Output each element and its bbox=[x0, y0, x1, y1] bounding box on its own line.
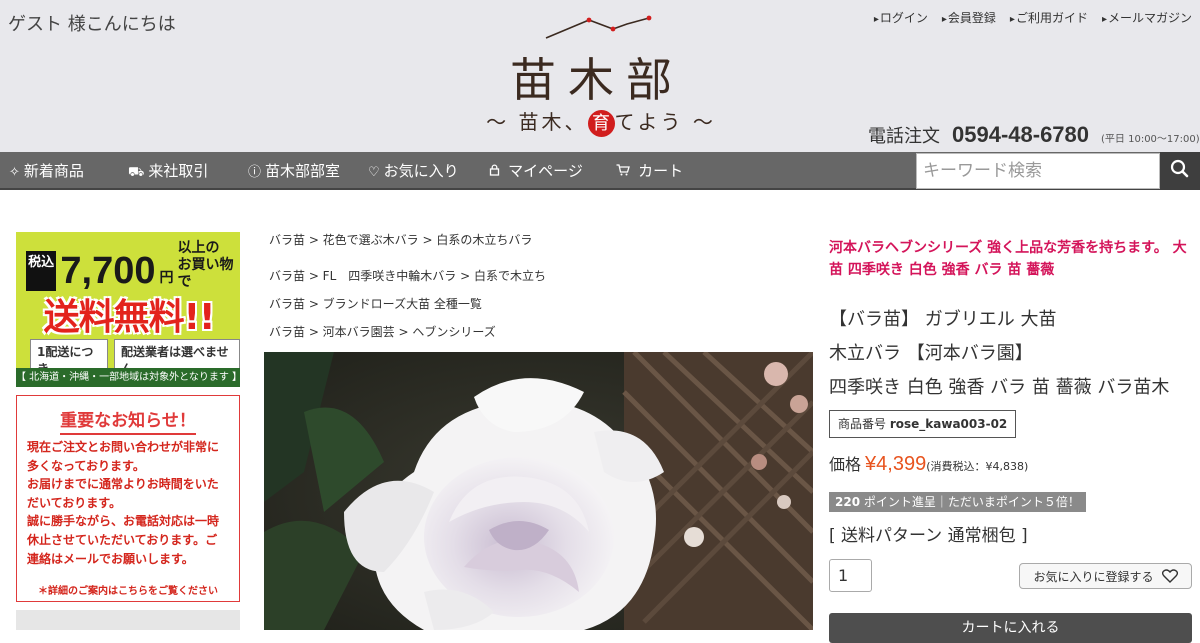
sku-box: 商品番号 rose_kawa003-02 bbox=[829, 410, 1017, 438]
top-links: ログイン 会員登録 ご利用ガイド メールマガジン bbox=[874, 9, 1192, 26]
add-to-favorites-button[interactable]: お気に入りに登録する bbox=[1019, 563, 1192, 589]
nav-new-products[interactable]: ✧ 新着商品 bbox=[9, 152, 84, 190]
shipping-pattern: [ 送料パターン 通常梱包 ] bbox=[829, 526, 1028, 546]
add-to-cart-button[interactable]: カートに入れる bbox=[829, 613, 1192, 643]
product-photo[interactable] bbox=[264, 352, 813, 630]
register-link[interactable]: 会員登録 bbox=[942, 9, 996, 26]
phone-number[interactable]: 0594-48-6780 bbox=[952, 122, 1089, 148]
nav-label: マイページ bbox=[508, 162, 583, 180]
logo-tagline-suffix: てよう 〜 bbox=[614, 110, 716, 134]
logo-tagline-prefix: 〜 苗木、 bbox=[486, 110, 588, 134]
guide-link[interactable]: ご利用ガイド bbox=[1010, 9, 1088, 26]
condition-line-1: 以上の bbox=[177, 240, 220, 256]
phone-order: 電話注文 0594-48-6780 (平日 10:00〜17:00) bbox=[868, 122, 1200, 148]
phone-hours: (平日 10:00〜17:00) bbox=[1101, 134, 1200, 145]
breadcrumb[interactable]: バラ苗 > ブランドローズ大苗 全種一覧 bbox=[269, 295, 482, 312]
search-button[interactable] bbox=[1160, 152, 1200, 190]
exclusion-note: 【 北海道・沖縄・一部地域は対象外となります 】 bbox=[16, 368, 240, 387]
notice-body: 現在ご注文とお問い合わせが非常に 多くなっております。 お届けまでに通常よりお時… bbox=[27, 440, 220, 566]
threshold-amount: 7,700 bbox=[60, 250, 156, 292]
yen-unit: 円 bbox=[159, 270, 174, 286]
price-tax-included: (消費税込：¥4,838) bbox=[926, 460, 1029, 473]
search-icon bbox=[1170, 159, 1189, 178]
free-shipping-threshold: 税込 7,700 円 以上の お買い物で bbox=[26, 240, 240, 291]
login-link[interactable]: ログイン bbox=[874, 9, 928, 26]
breadcrumb[interactable]: バラ苗 > FL 四季咲き中輪木バラ > 白系で木立ち bbox=[269, 267, 546, 284]
nav-label: 新着商品 bbox=[23, 162, 84, 180]
points-text: ポイント進呈｜ただいまポイント５倍！ bbox=[860, 495, 1080, 509]
logo-tagline: 〜 苗木、育てよう 〜 bbox=[476, 106, 726, 137]
phone-label: 電話注文 bbox=[868, 126, 940, 147]
notice-footer: ＊詳細のご案内はこちらをご覧ください bbox=[38, 586, 218, 597]
nav-label: お気に入り bbox=[383, 162, 459, 180]
tax-included-badge: 税込 bbox=[26, 251, 57, 291]
notice-title: 重要なお知らせ！ bbox=[17, 406, 239, 435]
important-notice-banner[interactable]: 重要なお知らせ！ 現在ご注文とお問い合わせが非常に 多くなっております。 お届け… bbox=[16, 395, 240, 602]
rose-image bbox=[264, 352, 813, 630]
search-input[interactable] bbox=[917, 154, 1159, 188]
heart-icon bbox=[1161, 569, 1178, 583]
price-value: ¥4,399 bbox=[865, 453, 927, 475]
notice-title-text: 重要なお知らせ！ bbox=[60, 411, 196, 435]
greeting-text: ゲスト 様こんにちは bbox=[8, 14, 176, 35]
nav-mypage[interactable]: マイページ bbox=[489, 152, 583, 190]
sku-value: rose_kawa003-02 bbox=[889, 417, 1008, 431]
favorites-button-label: お気に入りに登録する bbox=[1033, 569, 1154, 584]
nav-label: 苗木部部室 bbox=[265, 162, 341, 180]
nav-favorites[interactable]: ♡ お気に入り bbox=[368, 152, 459, 190]
breadcrumb[interactable]: バラ苗 > 花色で選ぶ木バラ > 白系の木立ちバラ bbox=[269, 231, 532, 248]
nav-label: 来社取引 bbox=[148, 162, 209, 180]
nav-club-room[interactable]: ⓘ 苗木部部室 bbox=[248, 152, 340, 190]
logo-tagline-circle: 育 bbox=[587, 110, 615, 137]
sidebar-block bbox=[16, 610, 240, 630]
breadcrumb[interactable]: バラ苗 > 河本バラ園芸 > ヘブンシリーズ bbox=[269, 323, 496, 340]
heart-icon: ♡ bbox=[368, 165, 380, 180]
logo-wordmark: 苗木部 bbox=[510, 53, 684, 107]
search-box bbox=[916, 153, 1160, 189]
sku-label: 商品番号 bbox=[838, 417, 887, 431]
nav-visit-trade[interactable]: ⛟ 来社取引 bbox=[128, 152, 208, 190]
site-header: ゲスト 様こんにちは ログイン 会員登録 ご利用ガイド メールマガジン 苗木部 … bbox=[0, 0, 1200, 152]
info-icon: ⓘ bbox=[248, 165, 262, 180]
sparkle-icon: ✧ bbox=[9, 165, 20, 180]
quantity-input[interactable] bbox=[829, 559, 872, 592]
site-logo[interactable]: 苗木部 〜 苗木、育てよう 〜 bbox=[476, 14, 726, 140]
product-name-line: 四季咲き 白色 強香 バラ 苗 薔薇 バラ苗木 bbox=[829, 377, 1170, 398]
nav-cart[interactable]: カート bbox=[616, 152, 683, 190]
product-promo-text: 河本バラヘブンシリーズ 強く上品な芳香を持ちます。 大苗 四季咲き 白色 強香 … bbox=[829, 240, 1187, 278]
cart-icon bbox=[616, 164, 634, 180]
product-name-line: 木立バラ 【河本バラ園】 bbox=[829, 343, 1033, 364]
price-row: 価格 ¥4,399 (消費税込：¥4,838) bbox=[829, 451, 1028, 476]
nav-label: カート bbox=[638, 162, 684, 180]
truck-icon: ⛟ bbox=[128, 165, 145, 180]
product-name-line: 【バラ苗】 ガブリエル 大苗 bbox=[829, 309, 1057, 330]
newsletter-link[interactable]: メールマガジン bbox=[1102, 9, 1192, 26]
price-label: 価格 bbox=[829, 455, 862, 474]
lock-icon bbox=[489, 164, 504, 180]
free-shipping-banner[interactable]: 税込 7,700 円 以上の お買い物で 送料無料!! 1配送につき 配送業者は… bbox=[16, 232, 240, 387]
free-shipping-headline: 送料無料!! bbox=[43, 297, 216, 338]
points-badge: 220 ポイント進呈｜ただいまポイント５倍！ bbox=[829, 492, 1086, 512]
points-value: 220 bbox=[835, 495, 861, 509]
condition-line-2: お買い物で bbox=[177, 257, 234, 290]
